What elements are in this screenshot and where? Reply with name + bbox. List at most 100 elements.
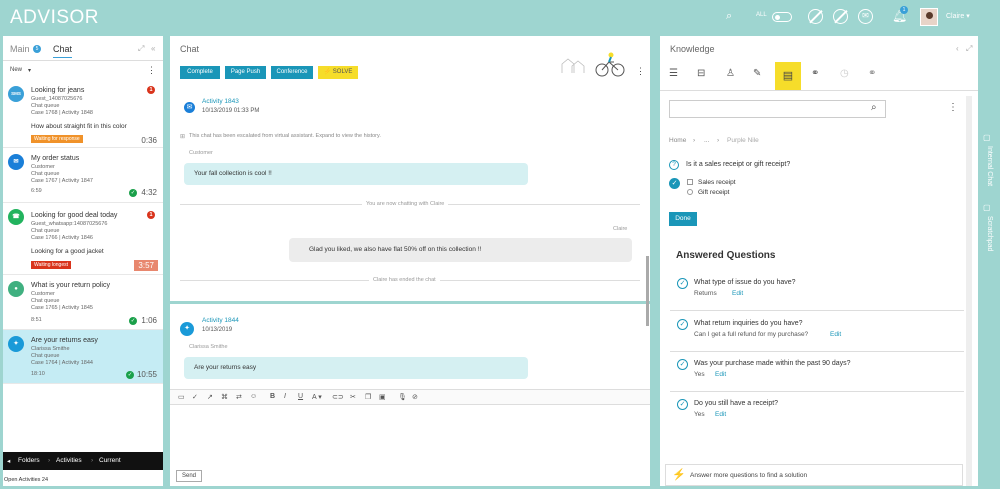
link-icon[interactable]: ⊂⊃: [332, 393, 344, 401]
more-icon[interactable]: ⋮: [147, 65, 156, 76]
kb-icon[interactable]: ⌘: [221, 393, 228, 401]
folder-breadcrumb: ◂ Folders › Activities › Current: [3, 452, 163, 470]
option-label[interactable]: Gift receipt: [698, 189, 729, 196]
message-input[interactable]: [170, 406, 650, 466]
send-button[interactable]: Send: [176, 470, 203, 482]
check-circle-icon: ✓: [677, 359, 688, 370]
list-icon[interactable]: ☰: [669, 68, 678, 79]
more-icon[interactable]: ⋮: [948, 102, 958, 113]
emoji-icon[interactable]: ☺: [250, 393, 257, 400]
avatar[interactable]: [920, 8, 938, 26]
attach-icon[interactable]: ▭: [178, 393, 185, 401]
collapse-icon[interactable]: ‹: [956, 44, 959, 53]
page-push-button[interactable]: Page Push: [225, 66, 266, 79]
escalation-note[interactable]: This chat has been escalated from virtua…: [189, 133, 381, 139]
tab-main[interactable]: Main: [10, 44, 30, 54]
underline-icon[interactable]: U: [298, 393, 303, 400]
divider: [3, 60, 163, 61]
scratchpad-icon[interactable]: ▢: [983, 203, 991, 212]
internal-chat-tab[interactable]: Internal Chat: [986, 146, 993, 186]
list-item[interactable]: ☎ Looking for good deal today Guest_what…: [3, 203, 163, 275]
complete-button[interactable]: Complete: [180, 66, 220, 79]
option-checkbox[interactable]: [687, 179, 693, 185]
copy-icon[interactable]: ❐: [365, 393, 371, 401]
scrollbar[interactable]: [646, 256, 649, 326]
expand-history-icon[interactable]: ⊞: [180, 133, 185, 140]
paste-icon[interactable]: ▣: [379, 393, 386, 401]
chevron-down-icon[interactable]: ▾: [28, 67, 31, 74]
list-item[interactable]: ✉ My order status Customer Chat queue Ca…: [3, 148, 163, 203]
breadcrumb-folders[interactable]: Folders: [18, 457, 40, 464]
all-toggle[interactable]: [772, 12, 792, 22]
activity-panel: Main 5 Chat ⤢ « New ▾ ⋮ SMS Looking for …: [3, 36, 163, 486]
edit-link[interactable]: Edit: [715, 411, 726, 418]
list-item[interactable]: ✦ Are your returns easy Clarissa Smithe …: [3, 330, 163, 384]
conference-button[interactable]: Conference: [271, 66, 313, 79]
spellcheck-icon[interactable]: ⊘: [412, 393, 418, 401]
activity-link[interactable]: Activity 1843: [202, 98, 239, 105]
search-input[interactable]: [669, 100, 886, 118]
more-icon[interactable]: ⋮: [636, 66, 645, 77]
solve-button[interactable]: ⚡ SOLVE: [318, 66, 358, 79]
italic-icon[interactable]: I: [284, 393, 286, 400]
filter-dropdown[interactable]: New: [10, 67, 22, 73]
activity-timestamp: 10/13/2019 01:33 PM: [202, 108, 260, 114]
twitter-icon: ✦: [180, 322, 194, 336]
search-icon[interactable]: ⌕: [726, 10, 732, 23]
option-label[interactable]: Sales receipt: [698, 179, 736, 186]
breadcrumb-home[interactable]: Home: [669, 137, 686, 144]
scrollbar[interactable]: [966, 96, 972, 486]
canned-response-icon[interactable]: ✓: [192, 393, 198, 401]
item-title: Are your returns easy: [31, 337, 98, 344]
breadcrumb-current[interactable]: Current: [99, 457, 121, 464]
chat-status-icon[interactable]: [833, 9, 848, 24]
edit-doc-icon[interactable]: ✎: [753, 68, 761, 79]
expand-icon[interactable]: ⤢: [138, 44, 144, 54]
related-icon[interactable]: ⚭: [868, 68, 876, 79]
main-count-badge: 5: [33, 45, 41, 53]
item-title: Looking for good deal today: [31, 212, 118, 219]
sms-icon: SMS: [8, 86, 24, 102]
breadcrumb-activities[interactable]: Activities: [56, 457, 82, 464]
search-icon[interactable]: ⌕: [871, 102, 877, 113]
messenger-icon: ✉: [184, 102, 195, 113]
link-icon[interactable]: ⚭: [811, 68, 819, 79]
cut-icon[interactable]: ✂: [350, 393, 356, 401]
item-customer: Guest_whatsapp:14087025676: [31, 221, 108, 227]
font-color-icon[interactable]: A ▾: [312, 393, 322, 401]
person-icon[interactable]: ♙: [726, 68, 735, 79]
edit-link[interactable]: Edit: [715, 371, 726, 378]
option-radio[interactable]: [687, 189, 693, 195]
breadcrumb-ellipsis[interactable]: ...: [704, 137, 709, 144]
user-menu[interactable]: Claire ▾: [946, 12, 970, 20]
check-icon: ✓: [126, 371, 134, 379]
scratchpad-tab[interactable]: Scratchpad: [986, 216, 993, 251]
email-status-icon[interactable]: ✉: [858, 9, 873, 24]
briefcase-icon[interactable]: ⊟: [697, 68, 705, 79]
microphone-icon[interactable]: 🎙︎: [398, 393, 407, 401]
bicycle-illustration: [561, 52, 625, 77]
edit-link[interactable]: Edit: [732, 290, 743, 297]
translate-icon[interactable]: ⇄: [236, 393, 242, 401]
voice-status-icon[interactable]: [808, 9, 823, 24]
answered-question: What return inquiries do you have?: [694, 320, 803, 327]
article-icon[interactable]: ▤: [775, 62, 801, 90]
collapse-icon[interactable]: «: [151, 44, 155, 53]
question-icon: ?: [669, 160, 679, 170]
edit-link[interactable]: Edit: [830, 331, 841, 338]
internal-chat-icon[interactable]: ▢: [983, 133, 991, 142]
divider: [670, 310, 964, 311]
activity-link[interactable]: Activity 1844: [202, 317, 239, 324]
list-item[interactable]: ● What is your return policy Customer Ch…: [3, 275, 163, 330]
done-button[interactable]: Done: [669, 212, 697, 226]
breadcrumb-separator: ›: [91, 457, 94, 464]
expand-icon[interactable]: ⤢: [966, 44, 972, 54]
tab-chat[interactable]: Chat: [53, 44, 73, 58]
split-divider[interactable]: [170, 301, 650, 304]
bold-icon[interactable]: B: [270, 393, 275, 400]
back-icon[interactable]: ◂: [7, 457, 10, 465]
list-item[interactable]: SMS Looking for jeans Guest_14087025676 …: [3, 80, 163, 148]
history-icon[interactable]: ◷: [840, 68, 849, 79]
link-article-icon[interactable]: ↗: [207, 393, 213, 401]
item-customer: Guest_14087025676: [31, 96, 83, 102]
